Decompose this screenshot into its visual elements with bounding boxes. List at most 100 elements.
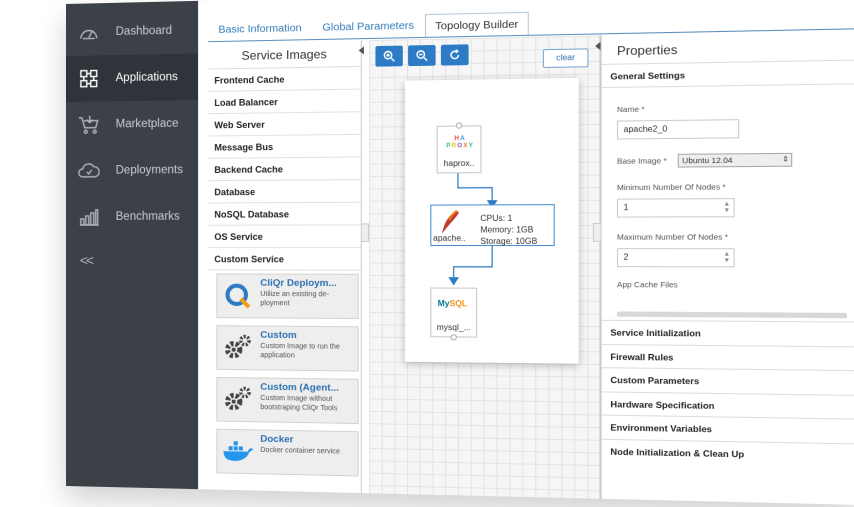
- topology-node-haproxy[interactable]: HA PROXY haprox..: [436, 122, 482, 174]
- cut-off-label: App Cache Files: [616, 279, 678, 290]
- zoom-out-button[interactable]: [408, 44, 436, 67]
- section-service-initialization[interactable]: Service Initialization: [601, 319, 854, 346]
- node-label: mysql_...: [436, 322, 471, 333]
- card-description: Utilize an existing de-ployment: [260, 290, 330, 308]
- card-description: Custom Image to run the application: [260, 342, 340, 360]
- nav-item-deployments[interactable]: Deployments: [66, 147, 198, 194]
- service-cards: CliQr Deploym... Utilize an existing de-…: [208, 270, 361, 477]
- card-description: Docker container service: [260, 446, 340, 456]
- category-nosql-database[interactable]: NoSQL Database: [208, 202, 361, 226]
- zoom-out-icon: [415, 49, 428, 62]
- base-image-select[interactable]: Ubuntu 12.04 ⇕: [677, 152, 793, 168]
- category-frontend-cache[interactable]: Frontend Cache: [208, 66, 361, 92]
- base-image-value: Ubuntu 12.04: [682, 155, 733, 166]
- min-nodes-value: 1: [623, 202, 629, 213]
- topology-canvas[interactable]: clear HA PROXY haprox.. apache.. CPUs: 1…: [369, 35, 601, 499]
- clear-button[interactable]: clear: [542, 48, 589, 69]
- nav-label: Deployments: [115, 164, 184, 177]
- output-port[interactable]: [450, 334, 457, 341]
- section-custom-parameters[interactable]: Custom Parameters: [601, 367, 854, 395]
- nav-label: Marketplace: [115, 117, 179, 131]
- properties-title: Properties: [601, 30, 854, 65]
- benchmarks-bars-icon: [76, 207, 102, 227]
- zoom-in-button[interactable]: [375, 45, 403, 67]
- category-web-server[interactable]: Web Server: [208, 112, 361, 137]
- topology-node-mysql[interactable]: MySQL mysql_...: [430, 287, 478, 341]
- section-general-settings[interactable]: General Settings: [601, 60, 854, 89]
- base-image-row: Base Image * Ubuntu 12.04 ⇕: [617, 152, 854, 168]
- reset-view-button[interactable]: [440, 44, 469, 66]
- cliqr-logo-icon: [221, 277, 254, 314]
- collapse-left-arrow-icon[interactable]: [358, 46, 364, 55]
- max-nodes-value: 2: [623, 252, 629, 262]
- base-image-label: Base Image *: [616, 156, 667, 166]
- nav-item-dashboard[interactable]: Dashboard: [66, 7, 198, 56]
- docker-whale-icon: [221, 433, 254, 470]
- card-title: Docker: [260, 433, 294, 446]
- category-backend-cache[interactable]: Backend Cache: [208, 157, 361, 182]
- name-input[interactable]: apache2_0: [616, 119, 740, 140]
- topology-node-apache[interactable]: apache.. CPUs: 1 Memory: 1GB Storage: 10…: [430, 204, 555, 248]
- stepper-icon[interactable]: ▲ ▼: [724, 251, 731, 264]
- name-label: Name *: [616, 104, 645, 115]
- min-nodes-label: Minimum Number Of Nodes *: [616, 182, 726, 193]
- nav-label: Dashboard: [115, 24, 173, 38]
- refresh-icon: [448, 49, 461, 62]
- dashboard-gauge-icon: [76, 22, 102, 43]
- marketplace-cart-icon: [76, 115, 102, 135]
- mysql-logo-icon: MySQL: [437, 298, 468, 309]
- category-custom-service[interactable]: Custom Service: [208, 248, 361, 271]
- applications-grid-icon: [76, 68, 102, 88]
- topology-sheet: HA PROXY haprox.. apache.. CPUs: 1 Memor…: [404, 77, 579, 364]
- max-nodes-input[interactable]: 2 ▲ ▼: [616, 248, 735, 268]
- category-load-balancer[interactable]: Load Balancer: [208, 89, 361, 115]
- tab-basic-information[interactable]: Basic Information: [208, 16, 312, 42]
- service-card-docker[interactable]: Docker Docker container service: [216, 428, 359, 477]
- card-title: Custom (Agent...: [260, 381, 339, 394]
- card-description: Custom Image without bootstraping CliQr …: [260, 394, 338, 413]
- gears-icon: [221, 329, 254, 366]
- app-window: Dashboard Applications Marketplace Deplo…: [66, 0, 854, 505]
- deployments-cloud-icon: [76, 161, 102, 181]
- nav-item-marketplace[interactable]: Marketplace: [66, 100, 198, 148]
- category-database[interactable]: Database: [208, 180, 361, 204]
- left-splitter-handle[interactable]: [360, 223, 370, 242]
- section-firewall-rules[interactable]: Firewall Rules: [601, 343, 854, 371]
- nav-item-applications[interactable]: Applications: [66, 53, 199, 102]
- nav-label: Applications: [115, 71, 178, 85]
- side-navigation: Dashboard Applications Marketplace Deplo…: [66, 0, 199, 490]
- tab-global-parameters[interactable]: Global Parameters: [312, 13, 425, 39]
- service-card-custom[interactable]: Custom Custom Image to run the applicati…: [216, 325, 359, 372]
- spec-memory: Memory: 1GB: [480, 224, 534, 235]
- tab-topology-builder[interactable]: Topology Builder: [424, 11, 530, 38]
- service-card-custom-agentless[interactable]: Custom (Agent... Custom Image without bo…: [216, 376, 359, 425]
- properties-accordion: Service Initialization Firewall Rules Cu…: [601, 319, 854, 468]
- horizontal-scrollbar[interactable]: [616, 311, 848, 319]
- node-label: apache..: [433, 233, 466, 243]
- general-settings-form: Name * apache2_0 Base Image * Ubuntu 12.…: [602, 86, 854, 315]
- section-environment-variables[interactable]: Environment Variables: [601, 414, 854, 443]
- zoom-in-icon: [383, 50, 396, 63]
- stepper-icon[interactable]: ▲ ▼: [724, 201, 731, 214]
- main-content: Basic Information Global Parameters Topo…: [198, 0, 854, 505]
- properties-panel: Properties General Settings Name * apach…: [600, 30, 854, 505]
- category-message-bus[interactable]: Message Bus: [208, 134, 361, 159]
- select-arrows-icon: ⇕: [782, 156, 789, 164]
- node-specs: CPUs: 1 Memory: 1GB Storage: 10GB: [480, 214, 537, 248]
- max-nodes-label: Maximum Number Of Nodes *: [616, 232, 729, 242]
- card-title: CliQr Deploym...: [260, 277, 337, 290]
- gears-icon: [221, 381, 254, 418]
- spec-storage: Storage: 10GB: [480, 236, 538, 246]
- node-label: haprox..: [443, 158, 475, 169]
- section-hardware-specification[interactable]: Hardware Specification: [601, 390, 854, 419]
- category-os-service[interactable]: OS Service: [208, 225, 361, 249]
- collapse-nav-button[interactable]: <<: [80, 252, 92, 268]
- service-card-cliqr-deployment[interactable]: CliQr Deploym... Utilize an existing de-…: [216, 273, 359, 320]
- section-node-initialization[interactable]: Node Initialization & Clean Up: [601, 438, 854, 468]
- card-title: Custom: [260, 329, 297, 342]
- min-nodes-input[interactable]: 1 ▲ ▼: [616, 198, 735, 218]
- nav-label: Benchmarks: [115, 210, 180, 223]
- service-images-title: Service Images: [208, 40, 361, 70]
- nav-item-benchmarks[interactable]: Benchmarks: [66, 193, 198, 240]
- input-port[interactable]: [455, 122, 463, 129]
